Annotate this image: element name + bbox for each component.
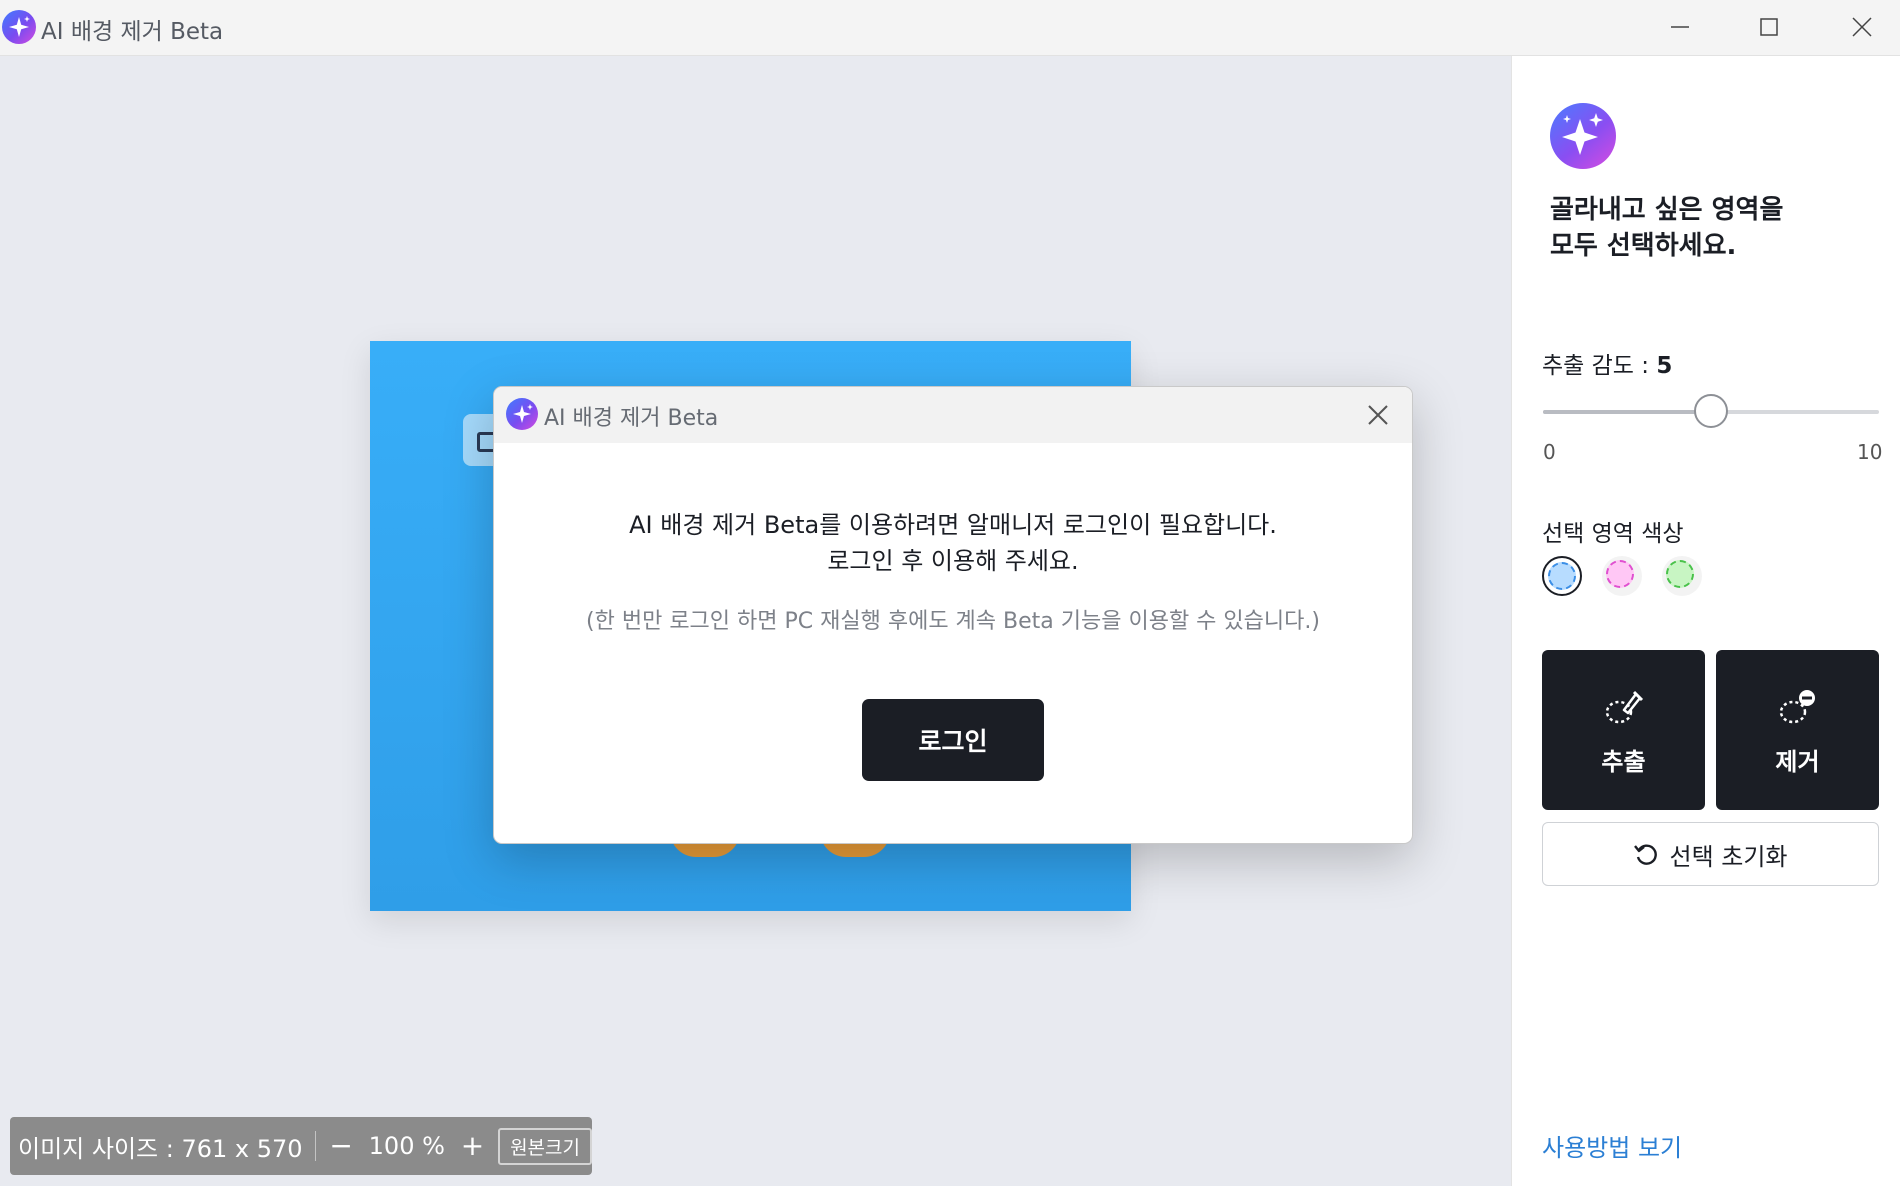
dialog-close-icon[interactable] [1364,401,1392,429]
window-titlebar: AI 배경 제거 Beta [0,0,1900,56]
how-to-use-link[interactable]: 사용방법 보기 [1542,1128,1682,1163]
zoom-in-button[interactable]: + [459,1132,486,1160]
close-button[interactable] [1816,0,1900,54]
sparkle-icon [1550,103,1616,169]
sparkle-icon [2,10,36,44]
color-swatch-pink[interactable] [1602,556,1642,596]
panel-heading-line2: 모두 선택하세요. [1550,231,1737,261]
maximize-button[interactable] [1723,0,1815,54]
zoom-out-button[interactable]: − [328,1132,355,1160]
sensitivity-slider-thumb[interactable] [1694,394,1728,428]
dialog-note: (한 번만 로그인 하면 PC 재실행 후에도 계속 Beta 기능을 이용할 … [586,609,1320,634]
sensitivity-min: 0 [1543,440,1556,464]
swatch-fill [1606,560,1634,588]
color-swatch-green[interactable] [1662,556,1702,596]
remove-button[interactable]: 제거 [1716,650,1879,810]
minimize-icon [1671,26,1689,28]
window-title: AI 배경 제거 Beta [41,19,224,45]
dialog-message: AI 배경 제거 Beta를 이용하려면 알매니저 로그인이 필요합니다. 로그… [494,507,1412,579]
sensitivity-label-text: 추출 감도 : [1542,353,1657,379]
reset-icon [1634,844,1658,865]
maximize-icon [1760,18,1778,36]
selection-color-label: 선택 영역 색상 [1542,521,1684,547]
close-icon [1852,17,1872,37]
sensitivity-max: 10 [1857,440,1883,464]
remove-lasso-icon [1779,690,1815,724]
color-swatch-blue[interactable] [1542,556,1582,596]
sparkle-icon [506,398,538,430]
original-size-button[interactable]: 원본크기 [498,1127,592,1165]
extract-button[interactable]: 추출 [1542,650,1705,810]
side-panel: 골라내고 싶은 영역을 모두 선택하세요. 추출 감도 : 5 0 10 선택 … [1511,56,1900,1186]
image-status-bar: 이미지 사이즈 : 761 x 570 − 100 % + 원본크기 [10,1117,592,1175]
login-required-dialog: AI 배경 제거 Beta AI 배경 제거 Beta를 이용하려면 알매니저 … [493,386,1413,844]
panel-heading: 골라내고 싶은 영역을 모두 선택하세요. [1550,192,1783,264]
sensitivity-value: 5 [1656,353,1673,379]
swatch-fill [1666,560,1694,588]
login-button[interactable]: 로그인 [862,699,1044,781]
image-size-label: 이미지 사이즈 : 761 x 570 [18,1134,303,1163]
sensitivity-label: 추출 감도 : 5 [1542,346,1672,380]
dialog-message-line1: AI 배경 제거 Beta를 이용하려면 알매니저 로그인이 필요합니다. [629,511,1277,539]
dialog-titlebar: AI 배경 제거 Beta [494,387,1412,443]
reset-selection-label: 선택 초기화 [1669,842,1788,871]
status-divider [314,1131,316,1161]
sensitivity-slider[interactable] [1543,394,1879,428]
extract-label: 추출 [1601,748,1646,776]
sensitivity-slider-fill [1543,410,1711,414]
dialog-title: AI 배경 제거 Beta [544,406,719,431]
panel-heading-line1: 골라내고 싶은 영역을 [1550,195,1784,225]
extract-lasso-icon [1605,690,1644,724]
swatch-fill [1548,562,1576,590]
minimize-button[interactable] [1634,0,1726,54]
dialog-message-line2: 로그인 후 이용해 주세요. [827,547,1079,575]
zoom-level: 100 % [368,1132,445,1160]
remove-label: 제거 [1775,748,1820,776]
reset-selection-button[interactable]: 선택 초기화 [1542,822,1879,886]
